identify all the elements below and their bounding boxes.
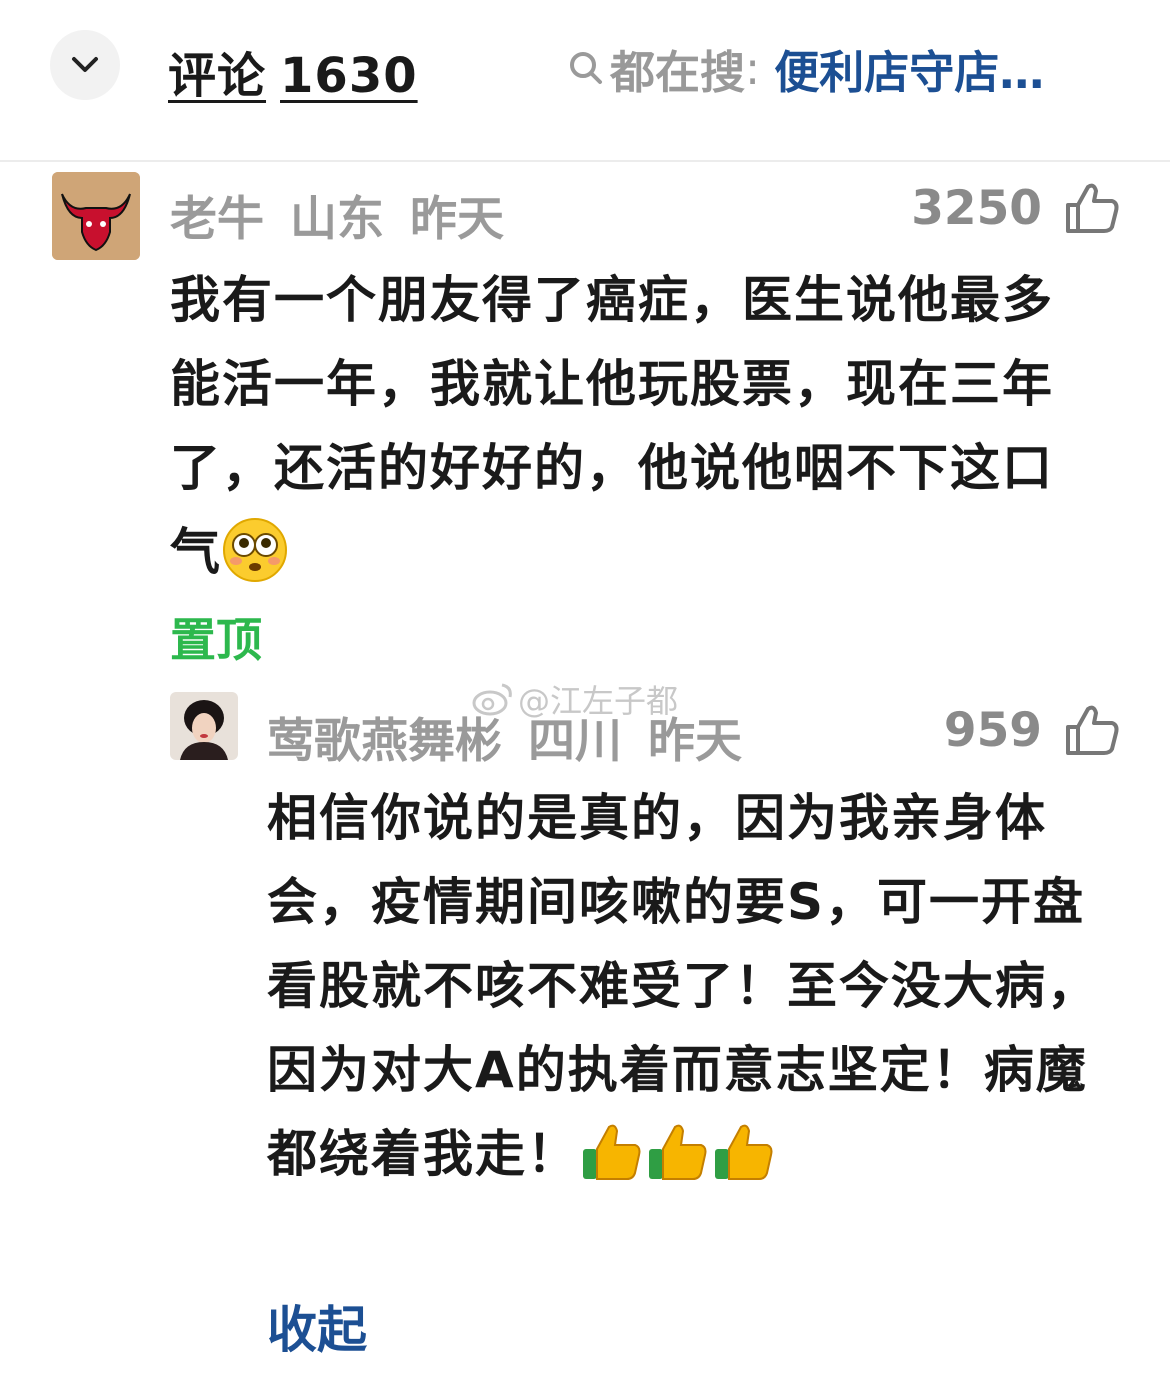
collapse-comments-button[interactable] xyxy=(50,30,120,100)
thumbs-up-emoji xyxy=(583,1124,641,1180)
comment-meta: 老牛 山东 昨天 xyxy=(170,180,530,249)
avatar[interactable] xyxy=(170,692,238,760)
thumbs-up-emoji xyxy=(715,1124,773,1180)
comments-title[interactable]: 评论 1630 xyxy=(168,36,418,106)
trending-label: 都在搜 xyxy=(610,45,746,99)
timestamp: 昨天 xyxy=(410,192,504,247)
user-photo-avatar xyxy=(170,692,238,760)
username[interactable]: 老牛 xyxy=(170,192,264,247)
trending-query[interactable]: 便利店守店… xyxy=(774,38,1044,99)
location: 四川 xyxy=(528,714,622,769)
username[interactable]: 莺歌燕舞彬 xyxy=(267,714,502,769)
comments-title-label: 评论 xyxy=(168,48,267,104)
comments-header: 评论 1630 都在搜 : 便利店守店… xyxy=(0,0,1170,162)
avatar[interactable] xyxy=(52,172,140,260)
comment-count: 1630 xyxy=(280,48,418,104)
reply-text: 相信你说的是真的，因为我亲身体会，疫情期间咳嗽的要S，可一开盘看股就不咳不难受了… xyxy=(267,776,1127,1196)
like-count: 959 xyxy=(943,702,1042,758)
location: 山东 xyxy=(290,192,384,247)
comment-text: 我有一个朋友得了癌症，医生说他最多能活一年，我就让他玩股票，现在三年了，还活的好… xyxy=(170,258,1105,594)
like-button[interactable]: 959 xyxy=(820,700,1120,760)
chevron-down-icon xyxy=(72,57,98,72)
bull-logo-avatar xyxy=(52,172,140,260)
collapse-link[interactable]: 收起 xyxy=(267,1290,367,1362)
timestamp: 昨天 xyxy=(648,714,742,769)
like-count: 3250 xyxy=(911,180,1042,236)
pinned-label: 置顶 xyxy=(170,613,262,667)
like-button[interactable]: 3250 xyxy=(820,178,1120,238)
thumbs-up-icon xyxy=(1066,705,1119,755)
thumbs-up-emoji xyxy=(649,1124,707,1180)
flushed-face-emoji xyxy=(223,518,287,582)
comment-text-content: 我有一个朋友得了癌症，医生说他最多能活一年，我就让他玩股票，现在三年了，还活的好… xyxy=(170,271,1054,581)
search-icon xyxy=(570,52,602,84)
trending-colon: : xyxy=(745,41,761,95)
thumbs-up-icon xyxy=(1066,183,1119,233)
trending-search[interactable]: 都在搜 : 便利店守店… xyxy=(566,38,1126,98)
reply-meta: 莺歌燕舞彬 四川 昨天 xyxy=(267,702,768,771)
